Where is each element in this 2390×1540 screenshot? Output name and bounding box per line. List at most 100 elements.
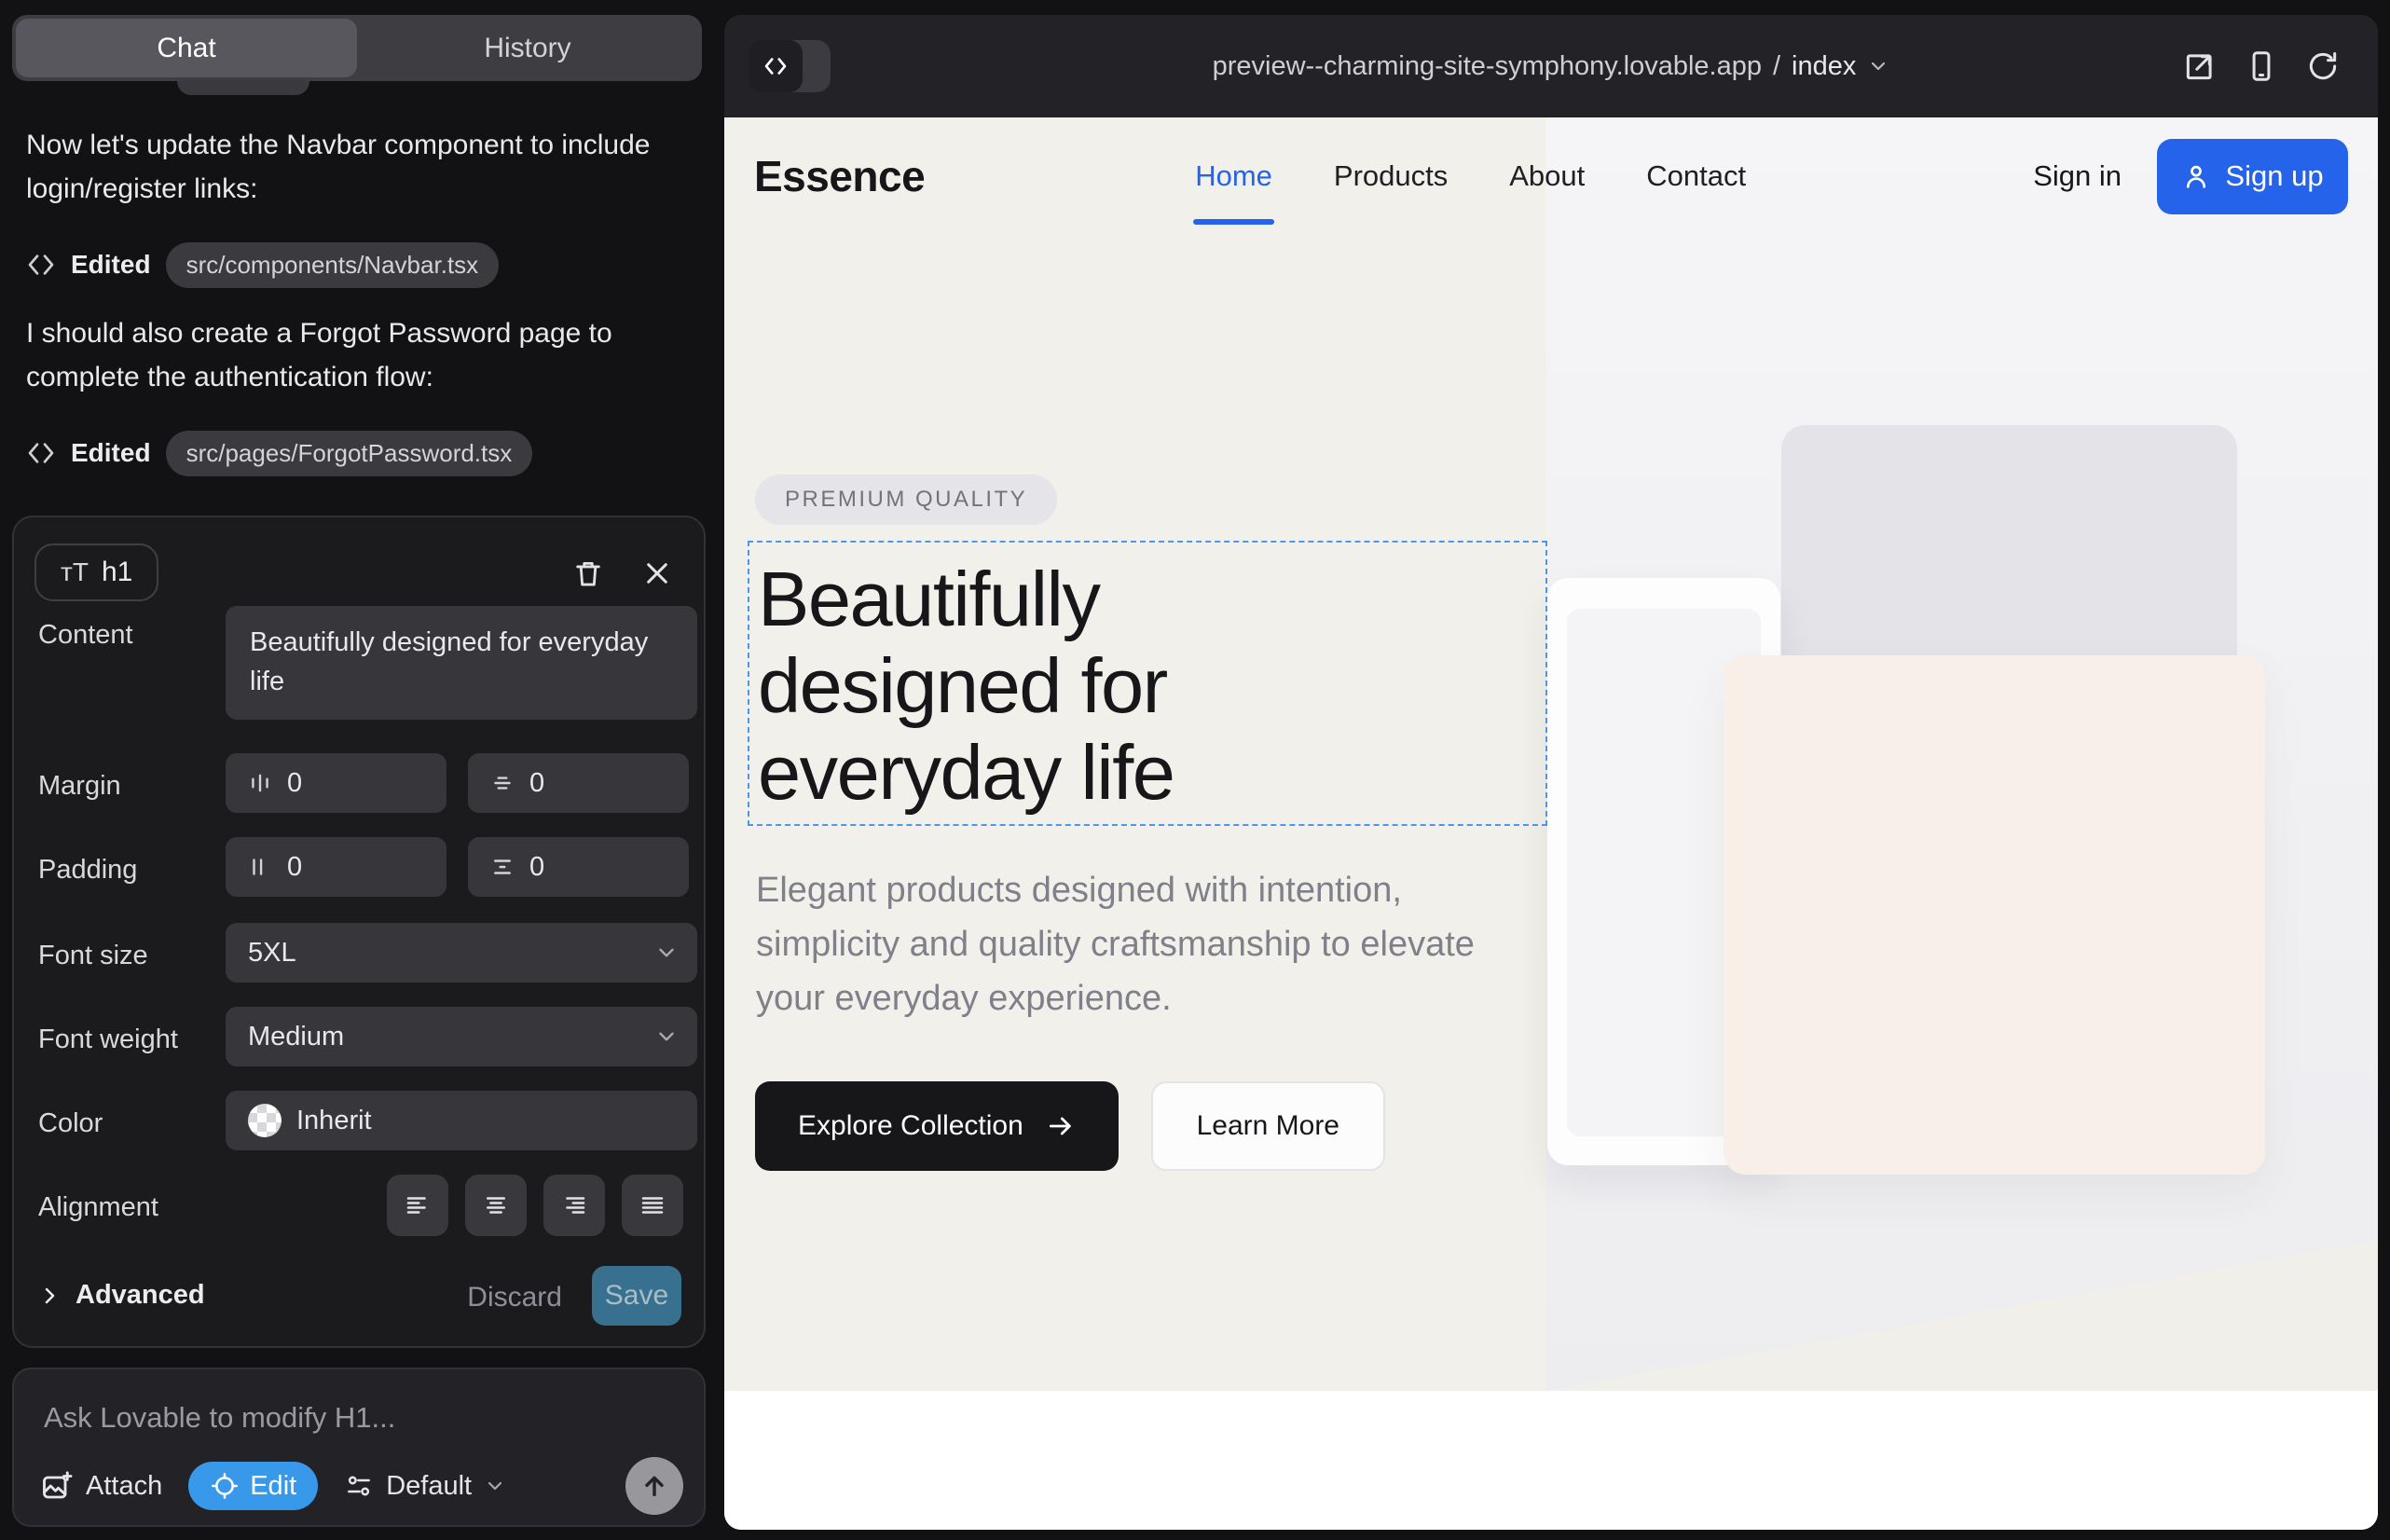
file-chip[interactable]: src/pages/ForgotPassword.tsx bbox=[166, 431, 533, 476]
color-label: Color bbox=[38, 1108, 103, 1139]
padding-horizontal-icon bbox=[248, 855, 272, 879]
padding-vertical-icon bbox=[490, 855, 515, 879]
default-mode-dropdown[interactable]: Default bbox=[344, 1471, 506, 1502]
page-name: index bbox=[1792, 51, 1856, 82]
edited-label: Edited bbox=[71, 250, 151, 280]
path-separator: / bbox=[1773, 51, 1780, 82]
tab-history[interactable]: History bbox=[357, 19, 698, 77]
text-element-icon: тT bbox=[61, 557, 89, 587]
preview-site: Essence Home Products About Contact Sign… bbox=[724, 117, 2378, 1530]
element-editor-panel: тT h1 Content Beautifully designed for e… bbox=[12, 516, 706, 1348]
align-center-icon bbox=[482, 1191, 510, 1219]
content-input[interactable]: Beautifully designed for everyday life bbox=[226, 606, 697, 720]
nav-link-home[interactable]: Home bbox=[1195, 159, 1272, 193]
chevron-down-icon bbox=[484, 1475, 506, 1497]
chat-history-tabbar: Chat History bbox=[12, 15, 702, 81]
mobile-view-button[interactable] bbox=[2242, 47, 2281, 86]
margin-vertical-icon bbox=[490, 771, 515, 795]
element-tag-label: h1 bbox=[102, 557, 132, 588]
color-select[interactable]: Inherit bbox=[226, 1091, 697, 1150]
font-weight-select[interactable]: Medium bbox=[226, 1007, 697, 1066]
person-icon bbox=[2181, 161, 2211, 191]
edited-label: Edited bbox=[71, 438, 151, 468]
arrow-right-icon bbox=[1046, 1111, 1076, 1141]
chevron-down-icon bbox=[1867, 55, 1889, 77]
element-selection-outline bbox=[748, 541, 1547, 826]
site-nav: Home Products About Contact bbox=[1195, 159, 1746, 193]
content-label: Content bbox=[38, 620, 133, 651]
close-icon bbox=[642, 558, 672, 588]
premium-quality-badge: PREMIUM QUALITY bbox=[755, 474, 1057, 525]
next-section bbox=[724, 1391, 2378, 1530]
margin-x-input[interactable]: 0 bbox=[226, 753, 446, 813]
preview-browser-window: preview--charming-site-symphony.lovable.… bbox=[724, 15, 2378, 1530]
edited-file-row[interactable]: Edited src/components/Navbar.tsx bbox=[26, 241, 499, 289]
attach-button[interactable]: Attach bbox=[40, 1469, 162, 1503]
margin-horizontal-icon bbox=[248, 771, 272, 795]
composer-placeholder[interactable]: Ask Lovable to modify H1... bbox=[44, 1401, 395, 1435]
site-navbar: Essence Home Products About Contact Sign… bbox=[724, 117, 2378, 235]
chat-message: I should also create a Forgot Password p… bbox=[26, 311, 671, 399]
align-justify-button[interactable] bbox=[622, 1175, 683, 1236]
nav-link-about[interactable]: About bbox=[1509, 159, 1585, 193]
code-icon bbox=[26, 438, 56, 468]
discard-button[interactable]: Discard bbox=[467, 1282, 562, 1313]
hero-graphic-card-cream bbox=[1724, 655, 2265, 1175]
composer-toolbar: Attach Edit Default bbox=[40, 1462, 683, 1510]
close-editor-button[interactable] bbox=[639, 555, 676, 592]
nav-link-products[interactable]: Products bbox=[1334, 159, 1448, 193]
sign-in-link[interactable]: Sign in bbox=[2033, 159, 2122, 193]
file-chip[interactable]: src/components/Navbar.tsx bbox=[166, 242, 500, 288]
clipped-message-pill bbox=[177, 81, 309, 95]
refresh-icon bbox=[2305, 48, 2341, 84]
align-justify-icon bbox=[639, 1191, 666, 1219]
nav-link-contact[interactable]: Contact bbox=[1646, 159, 1746, 193]
padding-label: Padding bbox=[38, 855, 137, 886]
explore-collection-button[interactable]: Explore Collection bbox=[755, 1081, 1119, 1171]
refresh-button[interactable] bbox=[2303, 47, 2342, 86]
external-link-icon bbox=[2182, 48, 2218, 84]
sign-up-button[interactable]: Sign up bbox=[2157, 139, 2348, 214]
margin-y-input[interactable]: 0 bbox=[468, 753, 689, 813]
selected-element-pill[interactable]: тT h1 bbox=[34, 543, 158, 601]
font-size-select[interactable]: 5XL bbox=[226, 923, 697, 983]
hero-cta-row: Explore Collection Learn More bbox=[755, 1081, 1385, 1171]
padding-x-input[interactable]: 0 bbox=[226, 837, 446, 897]
target-icon bbox=[210, 1471, 240, 1501]
chevron-down-icon bbox=[654, 1024, 679, 1049]
arrow-up-icon bbox=[639, 1471, 669, 1501]
delete-element-button[interactable] bbox=[570, 555, 607, 592]
align-left-icon bbox=[404, 1191, 432, 1219]
tab-chat[interactable]: Chat bbox=[16, 19, 357, 77]
learn-more-button[interactable]: Learn More bbox=[1151, 1081, 1385, 1171]
hero-paragraph: Elegant products designed with intention… bbox=[756, 863, 1502, 1025]
chevron-down-icon bbox=[654, 941, 679, 965]
site-logo[interactable]: Essence bbox=[754, 151, 925, 201]
align-right-button[interactable] bbox=[543, 1175, 605, 1236]
align-center-button[interactable] bbox=[465, 1175, 527, 1236]
font-weight-label: Font weight bbox=[38, 1024, 178, 1055]
sliders-icon bbox=[344, 1471, 374, 1501]
edit-mode-button[interactable]: Edit bbox=[188, 1462, 318, 1510]
font-size-label: Font size bbox=[38, 941, 148, 971]
preview-url: preview--charming-site-symphony.lovable.… bbox=[1213, 51, 1762, 82]
alignment-label: Alignment bbox=[38, 1192, 158, 1223]
color-swatch-icon bbox=[248, 1104, 282, 1137]
chat-message: Now let's update the Navbar component to… bbox=[26, 123, 671, 211]
open-external-button[interactable] bbox=[2180, 47, 2219, 86]
align-right-icon bbox=[560, 1191, 588, 1219]
chat-composer[interactable]: Ask Lovable to modify H1... Attach Edit … bbox=[12, 1368, 706, 1527]
mobile-device-icon bbox=[2244, 48, 2279, 84]
align-left-button[interactable] bbox=[387, 1175, 448, 1236]
code-icon bbox=[26, 250, 56, 280]
save-button[interactable]: Save bbox=[592, 1266, 681, 1326]
edited-file-row[interactable]: Edited src/pages/ForgotPassword.tsx bbox=[26, 429, 532, 477]
padding-y-input[interactable]: 0 bbox=[468, 837, 689, 897]
send-button[interactable] bbox=[625, 1457, 683, 1515]
attach-image-icon bbox=[40, 1469, 74, 1503]
url-bar[interactable]: preview--charming-site-symphony.lovable.… bbox=[724, 15, 2378, 117]
lovable-app: Chat History Now let's update the Navbar… bbox=[0, 0, 2390, 1540]
chevron-right-icon bbox=[38, 1285, 61, 1307]
advanced-toggle[interactable]: Advanced bbox=[38, 1280, 205, 1311]
margin-label: Margin bbox=[38, 771, 121, 802]
